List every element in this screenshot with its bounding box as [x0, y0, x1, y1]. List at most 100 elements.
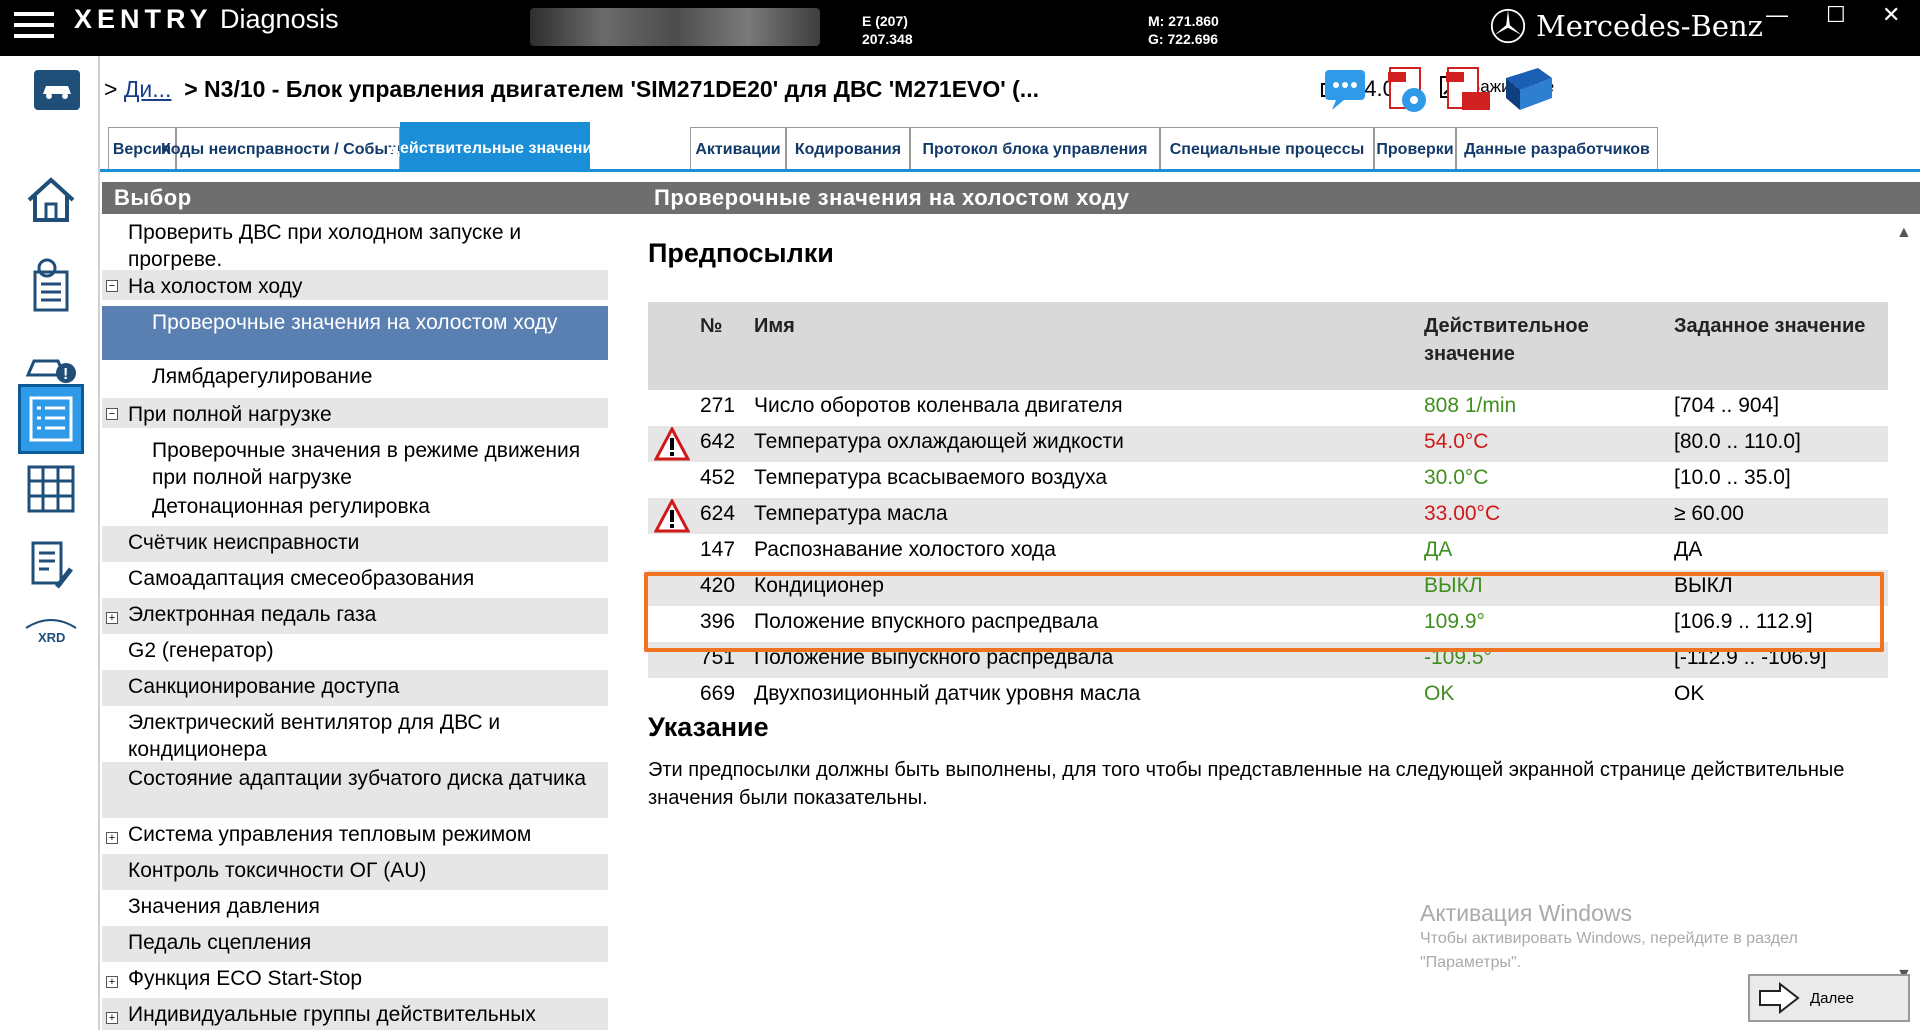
row-target-value: [-112.9 .. -106.9]: [1674, 646, 1827, 669]
list-item-emission-control[interactable]: Контроль токсичности ОГ (AU): [102, 854, 608, 890]
col-actual-header: Действительное значение: [1416, 302, 1666, 390]
list-item-cold-start[interactable]: Проверить ДВС при холодном запуске и про…: [102, 216, 608, 271]
row-name: Температура масла: [754, 502, 948, 525]
expand-icon[interactable]: +: [106, 976, 118, 988]
col-warning-header: [648, 302, 688, 390]
table-row[interactable]: 147 Распознавание холостого хода ДА ДА: [648, 534, 1888, 570]
pdf-settings-icon[interactable]: [1382, 64, 1436, 116]
pdf-print-icon[interactable]: [1440, 64, 1494, 116]
tab-actual-values[interactable]: Действительные значения: [388, 122, 602, 172]
manual-book-icon[interactable]: [1502, 64, 1556, 116]
list-item-accelerator-pedal[interactable]: + Электронная педаль газа: [102, 598, 608, 634]
windows-activation-watermark: Активация Windows Чтобы активировать Win…: [1420, 900, 1798, 971]
mercedes-star-icon: [1490, 8, 1526, 44]
tab-fault-codes[interactable]: Коды неисправности / События: [161, 127, 415, 172]
workshop-button[interactable]: [18, 532, 84, 598]
selection-panel: Выбор Проверить ДВС при холодном запуске…: [102, 182, 642, 1030]
row-name: Распознавание холостого хода: [754, 538, 1056, 561]
breadcrumb-link[interactable]: Ди...: [124, 76, 172, 102]
home-button[interactable]: [18, 166, 84, 232]
next-button[interactable]: Далее: [1748, 974, 1910, 1022]
grid-icon: [27, 465, 75, 513]
list-item-full-load-values[interactable]: Проверочные значения в режиме движения п…: [102, 434, 608, 490]
tab-activations[interactable]: Активации: [690, 127, 786, 172]
tab-ecu-protocol[interactable]: Протокол блока управления: [910, 127, 1160, 172]
list-item-lambda[interactable]: Лямбдарегулирование: [102, 360, 608, 390]
list-item-idle-check-values[interactable]: Проверочные значения на холостом ходу: [102, 306, 608, 360]
xrd-button[interactable]: XRD: [18, 596, 84, 662]
collapse-icon[interactable]: −: [106, 408, 118, 420]
expand-icon[interactable]: +: [106, 612, 118, 624]
collapse-icon[interactable]: −: [106, 280, 118, 292]
row-number: 669: [700, 682, 736, 705]
vehicle-button[interactable]: [34, 70, 80, 110]
svg-text:!: !: [63, 366, 68, 383]
brand-logo: Mercedes-Benz: [1490, 8, 1763, 44]
table-row[interactable]: 420 Кондиционер ВЫКЛ ВЫКЛ: [648, 570, 1888, 606]
close-button[interactable]: ✕: [1882, 2, 1900, 28]
row-number: 271: [700, 394, 736, 417]
vehicle-model-info: E (207) 207.348: [862, 13, 913, 47]
maximize-button[interactable]: ☐: [1826, 2, 1846, 28]
row-number: 396: [700, 610, 736, 633]
row-actual-value: 54.0°C: [1424, 430, 1489, 453]
row-number: 147: [700, 538, 736, 561]
row-name: Число оборотов коленвала двигателя: [754, 394, 1123, 417]
list-item-pressure-values[interactable]: Значения давления: [102, 890, 608, 926]
diagnostics-button[interactable]: [18, 252, 84, 318]
list-item-individual-groups[interactable]: + Индивидуальные группы действительных: [102, 998, 608, 1030]
expand-icon[interactable]: +: [106, 832, 118, 844]
svg-text:XRD: XRD: [38, 630, 65, 644]
expand-icon[interactable]: +: [106, 1012, 118, 1024]
list-item-eco-start-stop[interactable]: + Функция ECO Start-Stop: [102, 962, 608, 998]
header-bar: > Ди... > N3/10 - Блок управления двигат…: [100, 56, 1920, 122]
table-row[interactable]: 271 Число оборотов коленвала двигателя 808…: [648, 390, 1888, 426]
table-row[interactable]: 751 Положение выпускного распредвала -109.…: [648, 642, 1888, 678]
table-row[interactable]: 669 Двухпозиционный датчик уровня масла OK…: [648, 678, 1888, 714]
list-item-fault-counter[interactable]: Счётчик неисправности: [102, 526, 608, 562]
row-actual-value: -109.5°: [1424, 646, 1492, 669]
table-row[interactable]: 624 Температура масла 33.00°C ≥ 60.00: [648, 498, 1888, 534]
table-row[interactable]: 452 Температура всасываемого воздуха 30.0°…: [648, 462, 1888, 498]
list-item-clutch-pedal[interactable]: Педаль сцепления: [102, 926, 608, 962]
modules-button[interactable]: [18, 456, 84, 522]
row-target-value: [106.9 .. 112.9]: [1674, 610, 1813, 633]
next-button-label: Далее: [1810, 989, 1854, 1007]
row-target-value: ВЫКЛ: [1674, 574, 1733, 597]
row-actual-value: 109.9°: [1424, 610, 1485, 633]
breadcrumb-current: > N3/10 - Блок управления двигателем 'SI…: [184, 76, 1039, 102]
right-scrollbar[interactable]: ▲ ▼: [1888, 214, 1920, 994]
minimize-button[interactable]: —: [1766, 2, 1788, 28]
hamburger-menu-icon[interactable]: [14, 12, 54, 44]
list-item-thermal-management[interactable]: + Система управления тепловым режимом: [102, 818, 608, 854]
list-item-knock-control[interactable]: Детонационная регулировка: [102, 490, 608, 520]
list-item-full-load-group[interactable]: − При полной нагрузке: [102, 398, 608, 428]
row-actual-value: ВЫКЛ: [1424, 574, 1483, 597]
warning-icon: [654, 499, 690, 533]
actual-values-button[interactable]: [18, 384, 84, 454]
chat-icon[interactable]: [1322, 64, 1376, 116]
row-target-value: [80.0 .. 110.0]: [1674, 430, 1801, 453]
tab-developer-data[interactable]: Данные разработчиков: [1456, 127, 1658, 172]
row-name: Температура охлаждающей жидкости: [754, 430, 1124, 453]
list-item-generator[interactable]: G2 (генератор): [102, 634, 608, 670]
list-item-electric-fan[interactable]: Электрический вентилятор для ДВС и конди…: [102, 706, 608, 762]
left-icon-rail: ! XRD: [0, 56, 100, 1030]
list-item-sensor-wheel-adaptation[interactable]: Состояние адаптации зубчатого диска датч…: [102, 762, 608, 818]
tab-checks[interactable]: Проверки: [1374, 127, 1456, 172]
table-row[interactable]: 396 Положение впускного распредвала 109.9°…: [648, 606, 1888, 642]
tab-coding[interactable]: Кодирования: [786, 127, 910, 172]
row-number: 624: [700, 502, 736, 525]
car-icon: [43, 86, 71, 99]
row-number: 420: [700, 574, 736, 597]
scroll-up-arrow-icon[interactable]: ▲: [1896, 224, 1912, 242]
tab-special-procedures[interactable]: Специальные процессы: [1160, 127, 1374, 172]
list-item-access-authorization[interactable]: Санкционирование доступа: [102, 670, 608, 706]
table-row[interactable]: 642 Температура охлаждающей жидкости 54.0°…: [648, 426, 1888, 462]
engine-gearbox-info: M: 271.860 G: 722.696: [1148, 13, 1219, 47]
tab-bar: Версия Коды неисправности / События Дейс…: [100, 122, 1920, 172]
list-item-idle-group[interactable]: − На холостом ходу: [102, 270, 608, 300]
list-item-mixture-adaptation[interactable]: Самоадаптация смесеобразования: [102, 562, 608, 598]
col-name-header: Имя: [746, 302, 1416, 390]
row-name: Положение впускного распредвала: [754, 610, 1099, 633]
